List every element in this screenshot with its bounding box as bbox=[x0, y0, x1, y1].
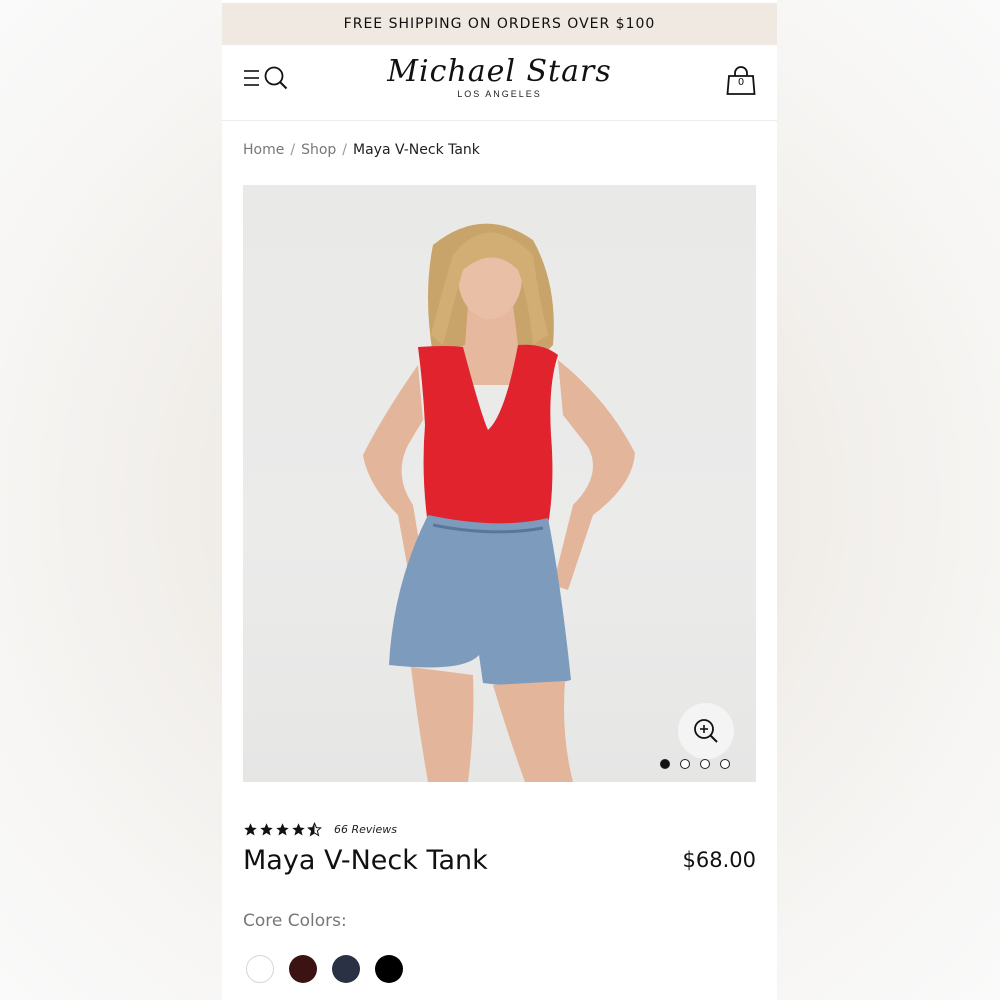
site-header: Michael Stars LOS ANGELES 0 bbox=[222, 45, 777, 121]
gallery-dot[interactable] bbox=[720, 759, 730, 769]
promo-banner[interactable]: FREE SHIPPING ON ORDERS OVER $100 bbox=[222, 3, 777, 45]
promo-text: FREE SHIPPING ON ORDERS OVER $100 bbox=[343, 16, 656, 32]
gallery-dot[interactable] bbox=[660, 759, 670, 769]
breadcrumb-separator: / bbox=[290, 142, 296, 158]
model-illustration bbox=[363, 223, 635, 782]
breadcrumb: Home / Shop / Maya V-Neck Tank bbox=[243, 142, 480, 158]
product-image[interactable] bbox=[243, 185, 756, 782]
breadcrumb-current: Maya V-Neck Tank bbox=[353, 142, 480, 158]
color-swatch-navy[interactable] bbox=[332, 955, 360, 983]
gallery-dot[interactable] bbox=[680, 759, 690, 769]
color-swatch-brown[interactable] bbox=[289, 955, 317, 983]
star-icon bbox=[260, 823, 273, 836]
color-swatches bbox=[246, 955, 403, 983]
breadcrumb-shop[interactable]: Shop bbox=[301, 142, 336, 158]
star-icon bbox=[244, 823, 257, 836]
half-star-icon bbox=[307, 822, 322, 837]
breadcrumb-home[interactable]: Home bbox=[243, 142, 284, 158]
reviews-link[interactable]: 66 Reviews bbox=[334, 823, 397, 836]
hamburger-icon bbox=[244, 70, 259, 86]
cart-button[interactable]: 0 bbox=[725, 65, 757, 97]
star-icon bbox=[276, 823, 289, 836]
star-rating bbox=[243, 822, 322, 837]
star-icon bbox=[292, 823, 305, 836]
search-icon bbox=[264, 66, 288, 90]
color-swatch-white[interactable] bbox=[246, 955, 274, 983]
page: FREE SHIPPING ON ORDERS OVER $100 Michae… bbox=[222, 0, 777, 1000]
gallery-pagination bbox=[660, 759, 730, 769]
cart-count: 0 bbox=[737, 77, 745, 88]
menu-button[interactable] bbox=[243, 67, 265, 89]
search-button[interactable] bbox=[263, 65, 289, 91]
logo-script: Michael Stars bbox=[387, 54, 612, 89]
color-swatch-black[interactable] bbox=[375, 955, 403, 983]
product-rating[interactable]: 66 Reviews bbox=[243, 822, 397, 837]
gallery-dot[interactable] bbox=[700, 759, 710, 769]
product-title: Maya V-Neck Tank bbox=[243, 845, 488, 876]
colors-label: Core Colors: bbox=[243, 911, 347, 931]
zoom-button[interactable] bbox=[678, 703, 734, 759]
zoom-in-icon bbox=[694, 719, 718, 743]
brand-logo[interactable]: Michael Stars LOS ANGELES bbox=[372, 53, 627, 113]
breadcrumb-separator: / bbox=[342, 142, 347, 158]
product-price: $68.00 bbox=[682, 848, 756, 872]
